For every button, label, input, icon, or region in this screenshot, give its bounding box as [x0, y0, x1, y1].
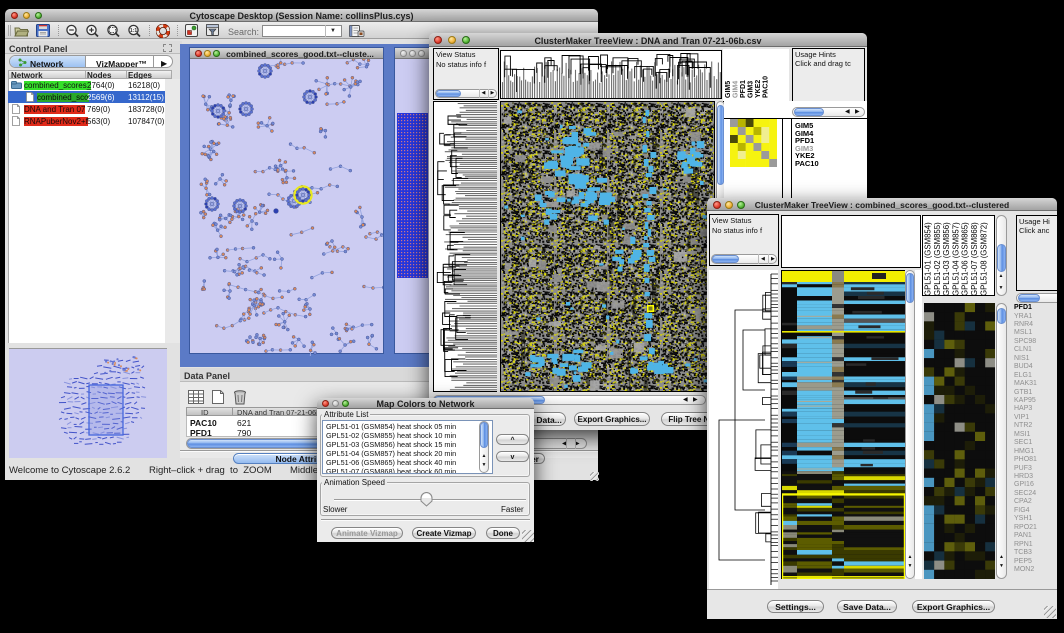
- svg-text:GPL51-01 (GSM854): GPL51-01 (GSM854): [924, 222, 933, 296]
- svg-text:YKE2: YKE2: [755, 80, 762, 98]
- svg-text:GIM5: GIM5: [725, 81, 732, 98]
- svg-text:GPL51-06 (GSM865): GPL51-06 (GSM865): [961, 222, 970, 296]
- svg-text:GPL51-04 (GSM857): GPL51-04 (GSM857): [951, 222, 960, 296]
- svg-text:GPL51-03 (GSM856): GPL51-03 (GSM856): [942, 222, 951, 296]
- svg-text:GPL51-07 (GSM868): GPL51-07 (GSM868): [970, 222, 979, 296]
- svg-text:GPL51-02 (GSM855): GPL51-02 (GSM855): [933, 222, 942, 296]
- svg-text:GIM3: GIM3: [748, 81, 755, 98]
- svg-text:GIM4: GIM4: [733, 81, 740, 98]
- svg-text:GPL51-08 (GSM872): GPL51-08 (GSM872): [979, 222, 988, 296]
- svg-text:1:1: 1:1: [130, 28, 137, 34]
- svg-text:PFD1: PFD1: [740, 80, 747, 98]
- svg-text:PAC10: PAC10: [763, 76, 770, 98]
